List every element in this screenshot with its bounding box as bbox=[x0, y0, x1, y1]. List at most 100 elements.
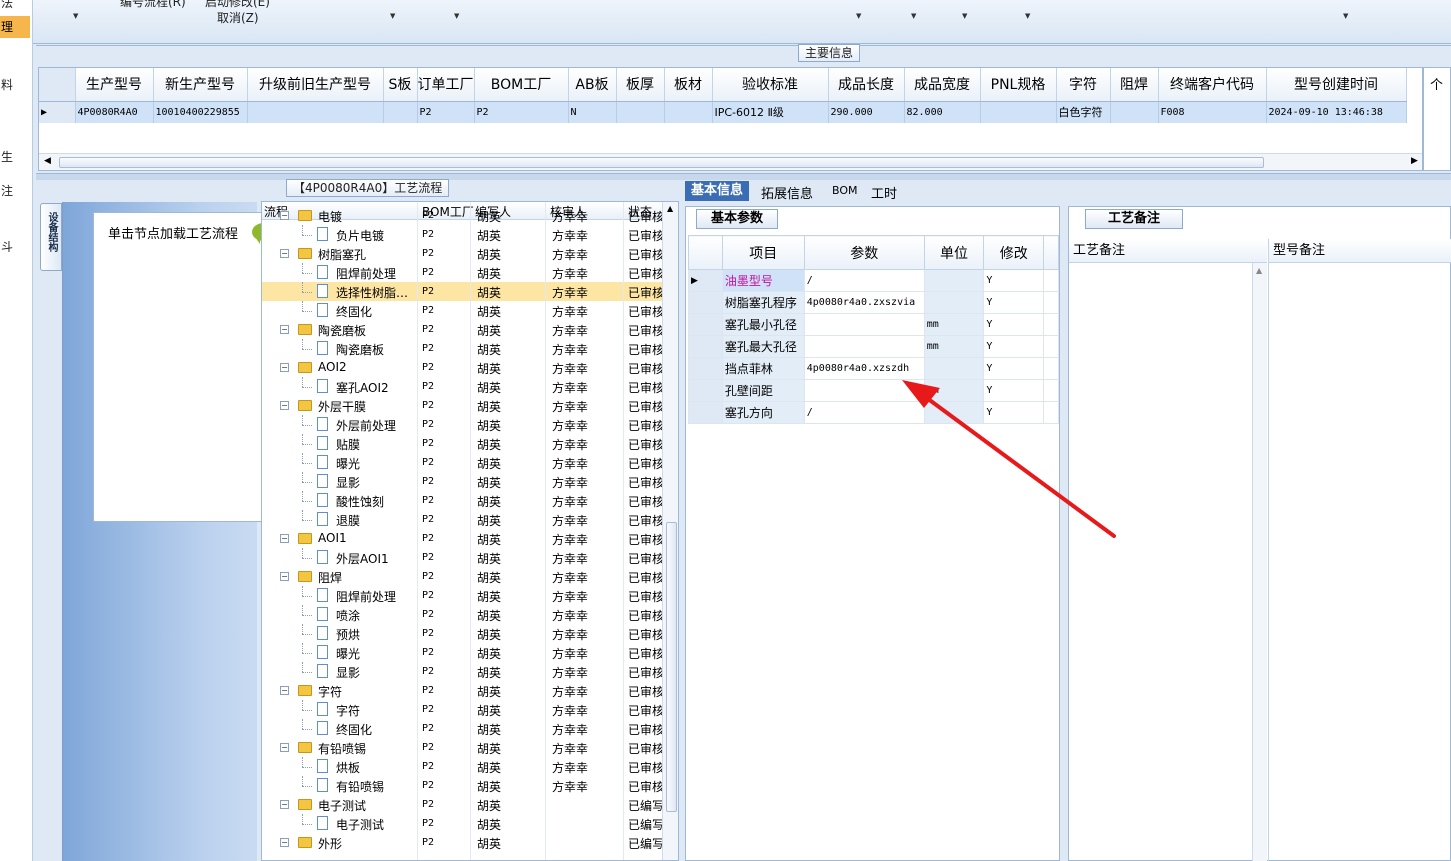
param-cell-edit[interactable]: Y bbox=[983, 335, 1045, 358]
param-cell-unit[interactable] bbox=[923, 269, 985, 292]
tree-leaf-row[interactable]: 陶瓷磨板 P2 胡英 方幸幸 已审核 bbox=[262, 339, 662, 358]
table-cell[interactable] bbox=[616, 101, 665, 123]
tree-group-row[interactable]: − 电子测试 P2 胡英 已编写 bbox=[262, 795, 662, 814]
column-header[interactable]: S板 bbox=[383, 68, 418, 102]
toolbar-renumber-label[interactable]: 编号流程(R) bbox=[120, 0, 186, 10]
param-cell-param[interactable] bbox=[803, 335, 925, 358]
dropdown-arrow-icon[interactable]: ▼ bbox=[390, 12, 395, 20]
tree-group-row[interactable]: − 阻焊 P2 胡英 方幸幸 已审核 bbox=[262, 567, 662, 586]
collapse-icon[interactable]: − bbox=[280, 249, 289, 258]
table-row[interactable]: 孔壁间距 mm Y bbox=[688, 379, 1059, 402]
column-header[interactable]: 生产型号 bbox=[75, 68, 154, 102]
tree-leaf-row[interactable]: 酸性蚀刻 P2 胡英 方幸幸 已审核 bbox=[262, 491, 662, 510]
params-column-header[interactable]: 参数 bbox=[803, 235, 925, 270]
tree-group-row[interactable]: − 有铅喷锡 P2 胡英 方幸幸 已审核 bbox=[262, 738, 662, 757]
param-cell-item[interactable]: 油墨型号 bbox=[721, 269, 805, 292]
dropdown-arrow-icon[interactable]: ▼ bbox=[1343, 12, 1348, 20]
param-cell-edit[interactable]: Y bbox=[983, 401, 1045, 424]
dropdown-arrow-icon[interactable]: ▼ bbox=[454, 12, 459, 20]
collapse-icon[interactable]: − bbox=[280, 800, 289, 809]
vertical-scrollbar[interactable]: ▲ bbox=[1252, 263, 1267, 861]
table-cell[interactable]: IPC-6012 Ⅱ级 bbox=[712, 101, 829, 123]
scroll-up-icon[interactable]: ▲ bbox=[1256, 266, 1262, 275]
param-cell-param[interactable] bbox=[803, 379, 925, 402]
side-tab-equipment[interactable]: 设备结构 bbox=[40, 203, 62, 271]
tab-work-hours[interactable]: 工时 bbox=[871, 183, 897, 202]
table-cell[interactable] bbox=[1110, 101, 1159, 123]
collapse-icon[interactable]: − bbox=[280, 401, 289, 410]
table-cell[interactable]: 2024-09-10 13:46:38 bbox=[1266, 101, 1407, 123]
tree-group-row[interactable]: − 电镀 P2 胡英 方幸幸 已审核 bbox=[262, 206, 662, 225]
collapse-icon[interactable]: − bbox=[280, 211, 289, 220]
table-row[interactable]: 塞孔最小孔径 mm Y bbox=[688, 313, 1059, 336]
column-header[interactable]: 字符 bbox=[1056, 68, 1111, 102]
table-cell[interactable] bbox=[664, 101, 713, 123]
left-nav-item-selected[interactable]: 理 bbox=[0, 16, 30, 38]
table-cell[interactable] bbox=[247, 101, 384, 123]
tree-leaf-row[interactable]: 阻焊前处理 P2 胡英 方幸幸 已审核 bbox=[262, 263, 662, 282]
tree-leaf-row[interactable]: 预烘 P2 胡英 方幸幸 已审核 bbox=[262, 624, 662, 643]
scrollbar-thumb[interactable] bbox=[666, 522, 677, 812]
param-cell-unit[interactable]: mm bbox=[923, 335, 985, 358]
column-header[interactable]: 板材 bbox=[664, 68, 713, 102]
tree-group-row[interactable]: − AOI2 P2 胡英 方幸幸 已审核 bbox=[262, 358, 662, 377]
tree-leaf-row[interactable]: 终固化 P2 胡英 方幸幸 已审核 bbox=[262, 301, 662, 320]
column-header[interactable]: AB板 bbox=[568, 68, 617, 102]
column-header[interactable]: 成品长度 bbox=[828, 68, 905, 102]
tree-group-row[interactable]: − 字符 P2 胡英 方幸幸 已审核 bbox=[262, 681, 662, 700]
table-row[interactable]: ▶ 油墨型号 / Y bbox=[688, 269, 1059, 292]
tree-leaf-row[interactable]: 外层AOI1 P2 胡英 方幸幸 已审核 bbox=[262, 548, 662, 567]
tree-leaf-row[interactable]: 选择性树脂… P2 胡英 方幸幸 已审核 bbox=[262, 282, 662, 301]
dropdown-arrow-icon[interactable]: ▼ bbox=[962, 12, 967, 20]
tree-leaf-row[interactable]: 烘板 P2 胡英 方幸幸 已审核 bbox=[262, 757, 662, 776]
node-hint-box[interactable]: 单击节点加载工艺流程 bbox=[93, 212, 283, 522]
dropdown-arrow-icon[interactable]: ▼ bbox=[73, 12, 78, 20]
table-cell[interactable]: 10010400229855 bbox=[153, 101, 248, 123]
collapse-icon[interactable]: − bbox=[280, 534, 289, 543]
param-cell-item[interactable]: 孔壁间距 bbox=[721, 379, 805, 402]
tree-leaf-row[interactable]: 阻焊前处理 P2 胡英 方幸幸 已审核 bbox=[262, 586, 662, 605]
tab-extended-info[interactable]: 拓展信息 bbox=[761, 183, 813, 202]
table-cell[interactable]: P2 bbox=[417, 101, 475, 123]
tree-leaf-row[interactable]: 贴膜 P2 胡英 方幸幸 已审核 bbox=[262, 434, 662, 453]
column-header[interactable]: 升级前旧生产型号 bbox=[247, 68, 384, 102]
params-column-header[interactable]: 项目 bbox=[721, 235, 805, 270]
column-header[interactable]: 阻焊 bbox=[1110, 68, 1159, 102]
left-nav-item[interactable]: 法 bbox=[0, 0, 30, 11]
tab-process-remarks[interactable]: 工艺备注 bbox=[1085, 209, 1184, 229]
param-cell-item[interactable]: 挡点菲林 bbox=[721, 357, 805, 380]
table-row[interactable]: 树脂塞孔程序 4p0080r4a0.zxszvia Y bbox=[688, 291, 1059, 314]
horizontal-scrollbar[interactable]: ◀ ▶ bbox=[39, 153, 1422, 170]
tree-leaf-row[interactable]: 负片电镀 P2 胡英 方幸幸 已审核 bbox=[262, 225, 662, 244]
tree-group-row[interactable]: − 外形 P2 胡英 已编写 bbox=[262, 833, 662, 852]
scroll-right-icon[interactable]: ▶ bbox=[1411, 156, 1418, 166]
param-cell-unit[interactable]: mm bbox=[923, 313, 985, 336]
param-cell-param[interactable]: / bbox=[803, 401, 925, 424]
collapse-icon[interactable]: − bbox=[280, 743, 289, 752]
column-header[interactable]: 订单工厂 bbox=[417, 68, 475, 102]
collapse-icon[interactable]: − bbox=[280, 838, 289, 847]
column-header[interactable]: 验收标准 bbox=[712, 68, 829, 102]
table-cell[interactable] bbox=[980, 101, 1057, 123]
scroll-left-icon[interactable]: ◀ bbox=[44, 156, 51, 166]
column-header[interactable]: 成品宽度 bbox=[904, 68, 981, 102]
left-nav-item[interactable]: 生 bbox=[0, 148, 30, 165]
param-cell-param[interactable] bbox=[803, 313, 925, 336]
tab-bom[interactable]: BOM bbox=[832, 184, 858, 197]
column-header[interactable]: 板厚 bbox=[616, 68, 665, 102]
param-cell-edit[interactable]: Y bbox=[983, 357, 1045, 380]
param-cell-item[interactable]: 塞孔方向 bbox=[721, 401, 805, 424]
table-cell[interactable]: 4P0080R4A0 bbox=[75, 101, 154, 123]
tree-leaf-row[interactable]: 曝光 P2 胡英 方幸幸 已审核 bbox=[262, 643, 662, 662]
tree-leaf-row[interactable]: 显影 P2 胡英 方幸幸 已审核 bbox=[262, 472, 662, 491]
collapse-icon[interactable]: − bbox=[280, 572, 289, 581]
tab-basic-info[interactable]: 基本信息 bbox=[685, 181, 750, 201]
tree-group-row[interactable]: − 外层干膜 P2 胡英 方幸幸 已审核 bbox=[262, 396, 662, 415]
horizontal-splitter[interactable] bbox=[36, 173, 1451, 180]
tree-leaf-row[interactable]: 退膜 P2 胡英 方幸幸 已审核 bbox=[262, 510, 662, 529]
scroll-up-icon[interactable]: ▲ bbox=[667, 204, 673, 213]
column-header[interactable]: 型号创建时间 bbox=[1266, 68, 1407, 102]
tab-basic-params[interactable]: 基本参数 bbox=[696, 209, 779, 229]
tree-leaf-row[interactable]: 有铅喷锡 P2 胡英 方幸幸 已审核 bbox=[262, 776, 662, 795]
param-cell-param[interactable]: 4p0080r4a0.zxszvia bbox=[803, 291, 925, 314]
